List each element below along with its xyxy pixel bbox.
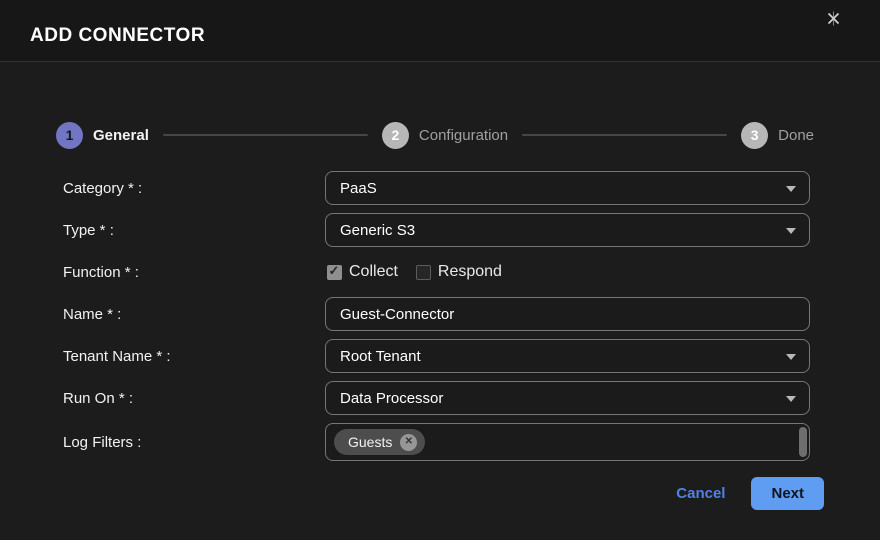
remove-tag-icon[interactable]: ✕ — [400, 434, 417, 451]
type-row: Type * : Generic S3 — [0, 213, 880, 247]
category-label: Category * : — [63, 180, 325, 197]
function-checkbox-group: Collect Respond — [325, 255, 810, 289]
step-number-badge: 2 — [382, 122, 409, 149]
tenant-name-value: Root Tenant — [340, 348, 421, 365]
category-select[interactable]: PaaS — [325, 171, 810, 205]
dialog-title: ADD CONNECTOR — [30, 25, 205, 47]
respond-label: Respond — [438, 263, 502, 281]
dialog-header: ADD CONNECTOR — [0, 0, 880, 62]
name-value: Guest-Connector — [340, 306, 454, 323]
name-label: Name * : — [63, 306, 325, 323]
type-select[interactable]: Generic S3 — [325, 213, 810, 247]
tenant-name-label: Tenant Name * : — [63, 348, 325, 365]
name-input[interactable]: Guest-Connector — [325, 297, 810, 331]
function-row: Function * : Collect Respond — [0, 255, 880, 289]
run-on-select[interactable]: Data Processor — [325, 381, 810, 415]
step-label: Done — [778, 127, 814, 144]
close-button[interactable] — [822, 10, 844, 32]
tenant-name-select[interactable]: Root Tenant — [325, 339, 810, 373]
chevron-down-icon — [786, 228, 796, 234]
scrollbar-thumb[interactable] — [799, 427, 807, 457]
tag-label: Guests — [348, 434, 392, 450]
collect-label: Collect — [349, 263, 398, 281]
collect-checkbox[interactable]: Collect — [327, 263, 398, 281]
cancel-button[interactable]: Cancel — [676, 485, 725, 502]
type-label: Type * : — [63, 222, 325, 239]
dialog-footer: Cancel Next — [0, 477, 880, 510]
type-value: Generic S3 — [340, 222, 415, 239]
log-filters-row: Log Filters : Guests ✕ — [0, 423, 880, 461]
tag-chip-guests: Guests ✕ — [334, 429, 425, 455]
step-done[interactable]: 3 Done — [741, 122, 814, 149]
run-on-value: Data Processor — [340, 390, 443, 407]
step-general[interactable]: 1 General — [56, 122, 149, 149]
run-on-row: Run On * : Data Processor — [0, 381, 880, 415]
close-icon — [824, 9, 843, 33]
tenant-name-row: Tenant Name * : Root Tenant — [0, 339, 880, 373]
respond-checkbox[interactable]: Respond — [416, 263, 502, 281]
category-value: PaaS — [340, 180, 377, 197]
step-connector-line — [163, 134, 368, 136]
step-number-badge: 1 — [56, 122, 83, 149]
wizard-stepper: 1 General 2 Configuration 3 Done — [0, 121, 880, 149]
chevron-down-icon — [786, 186, 796, 192]
step-number-badge: 3 — [741, 122, 768, 149]
name-row: Name * : Guest-Connector — [0, 297, 880, 331]
step-label: Configuration — [419, 127, 508, 144]
checkbox-checked-icon — [327, 265, 342, 280]
log-filters-label: Log Filters : — [63, 434, 325, 451]
add-connector-dialog: ADD CONNECTOR 1 General 2 Configuration … — [0, 0, 880, 540]
step-connector-line — [522, 134, 727, 136]
step-label: General — [93, 127, 149, 144]
chevron-down-icon — [786, 354, 796, 360]
chevron-down-icon — [786, 396, 796, 402]
connector-form: Category * : PaaS Type * : Generic S3 Fu… — [0, 171, 880, 461]
category-row: Category * : PaaS — [0, 171, 880, 205]
log-filters-input[interactable]: Guests ✕ — [325, 423, 810, 461]
step-configuration[interactable]: 2 Configuration — [382, 122, 508, 149]
next-button[interactable]: Next — [751, 477, 824, 510]
function-label: Function * : — [63, 264, 325, 281]
run-on-label: Run On * : — [63, 390, 325, 407]
checkbox-unchecked-icon — [416, 265, 431, 280]
